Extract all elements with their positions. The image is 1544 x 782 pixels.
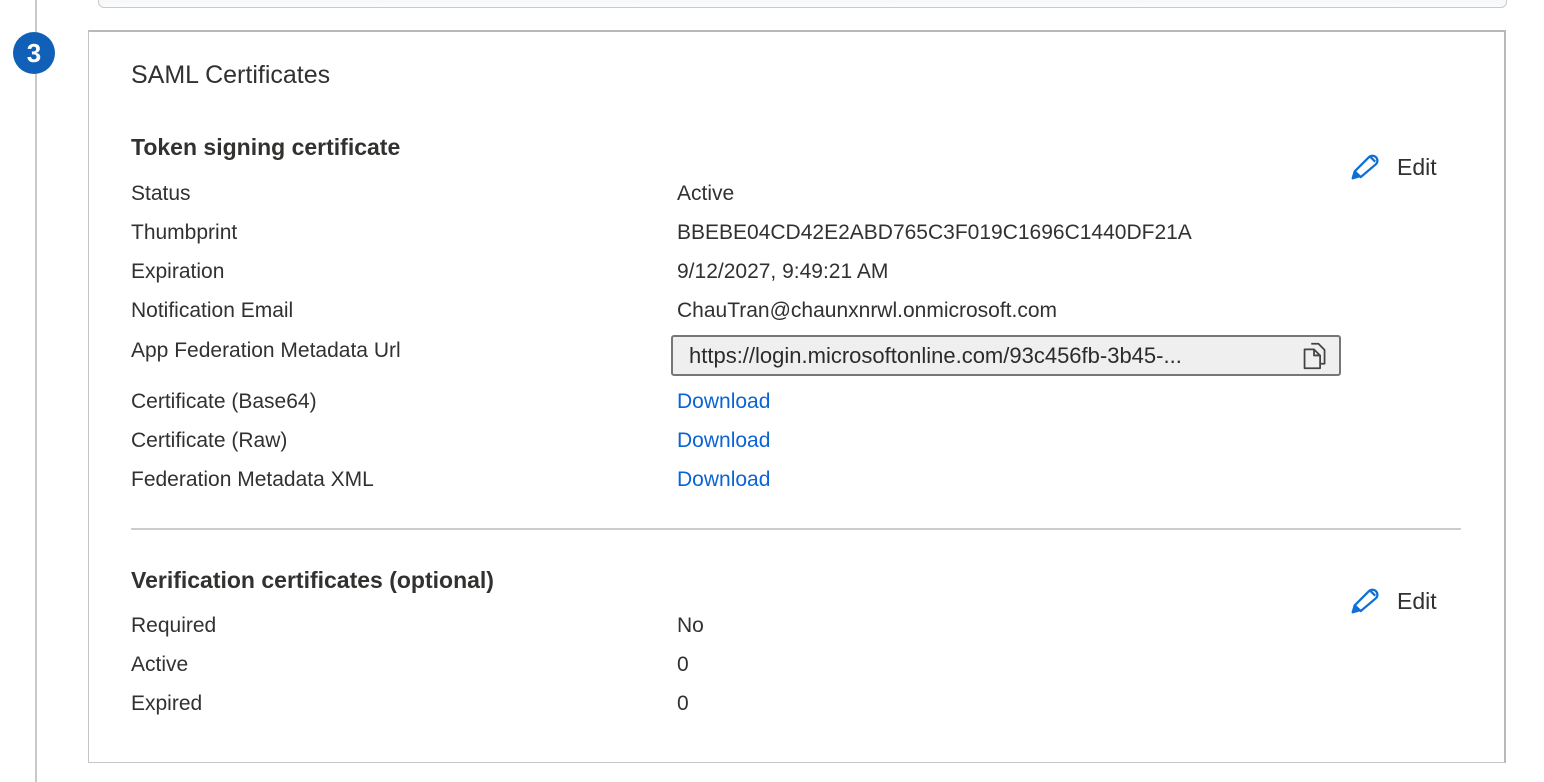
active-count-row: Active 0 [131, 650, 1461, 680]
required-label: Required [131, 611, 216, 641]
expired-count-row: Expired 0 [131, 689, 1461, 719]
previous-card-edge [98, 0, 1507, 8]
saml-certificates-page: 3 SAML Certificates Token signing certif… [0, 0, 1544, 782]
status-label: Status [131, 179, 191, 209]
expired-count-value: 0 [677, 689, 689, 719]
app-federation-metadata-url-label: App Federation Metadata Url [131, 336, 401, 366]
certificate-base64-download-link[interactable]: Download [677, 387, 770, 417]
notification-email-value: ChauTran@chaunxnrwl.onmicrosoft.com [677, 296, 1057, 326]
certificate-raw-download-link[interactable]: Download [677, 426, 770, 456]
expired-count-label: Expired [131, 689, 202, 719]
thumbprint-row: Thumbprint BBEBE04CD42E2ABD765C3F019C169… [131, 218, 1461, 248]
notification-email-row: Notification Email ChauTran@chaunxnrwl.o… [131, 296, 1461, 326]
certificate-base64-label: Certificate (Base64) [131, 387, 317, 417]
step-number-badge: 3 [13, 32, 55, 74]
saml-certificates-card: SAML Certificates Token signing certific… [88, 30, 1506, 763]
thumbprint-value: BBEBE04CD42E2ABD765C3F019C1696C1440DF21A [677, 218, 1192, 248]
active-count-value: 0 [677, 650, 689, 680]
federation-metadata-xml-label: Federation Metadata XML [131, 465, 374, 495]
token-signing-certificate-heading: Token signing certificate [131, 134, 400, 161]
active-count-label: Active [131, 650, 188, 680]
card-title: SAML Certificates [131, 59, 330, 91]
expiration-label: Expiration [131, 257, 224, 287]
certificate-base64-row: Certificate (Base64) Download [131, 387, 1461, 417]
app-federation-metadata-url-value: https://login.microsoftonline.com/93c456… [689, 343, 1301, 369]
step-number: 3 [27, 38, 41, 69]
certificate-raw-row: Certificate (Raw) Download [131, 426, 1461, 456]
notification-email-label: Notification Email [131, 296, 293, 326]
required-value: No [677, 611, 704, 641]
status-row: Status Active [131, 179, 1461, 209]
certificate-raw-label: Certificate (Raw) [131, 426, 287, 456]
section-divider [131, 528, 1461, 530]
federation-metadata-xml-download-link[interactable]: Download [677, 465, 770, 495]
app-federation-metadata-url-field[interactable]: https://login.microsoftonline.com/93c456… [671, 335, 1341, 376]
thumbprint-label: Thumbprint [131, 218, 237, 248]
verification-certificates-heading: Verification certificates (optional) [131, 567, 494, 594]
expiration-row: Expiration 9/12/2027, 9:49:21 AM [131, 257, 1461, 287]
required-row: Required No [131, 611, 1461, 641]
edit-button-label: Edit [1397, 154, 1437, 181]
copy-icon[interactable] [1301, 341, 1327, 371]
federation-metadata-xml-row: Federation Metadata XML Download [131, 465, 1461, 495]
expiration-value: 9/12/2027, 9:49:21 AM [677, 257, 888, 287]
status-value: Active [677, 179, 734, 209]
step-connector-line [35, 0, 37, 782]
